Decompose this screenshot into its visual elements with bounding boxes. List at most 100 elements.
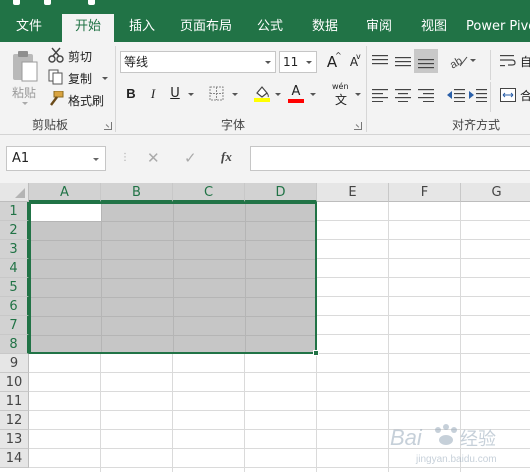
column-header-d[interactable]: D (245, 183, 317, 202)
font-size-select[interactable]: 11 (279, 51, 317, 73)
svg-text:Bai: Bai (390, 425, 423, 450)
row-header-13[interactable]: 13 (0, 430, 29, 449)
tab-insert[interactable]: 插入 (120, 14, 164, 42)
paste-dropdown-icon (22, 102, 28, 105)
orientation-dropdown-icon[interactable] (470, 59, 476, 62)
group-divider (115, 46, 116, 132)
cell-divider (31, 259, 315, 260)
paste-button[interactable]: 粘贴 (6, 46, 42, 108)
phonetic-dropdown-icon[interactable] (355, 93, 361, 96)
borders-dropdown-icon[interactable] (232, 93, 238, 96)
clipboard-group-label: 剪贴板 (32, 118, 69, 132)
row-header-2[interactable]: 2 (0, 221, 29, 240)
shrink-font-button[interactable]: Av (345, 52, 363, 72)
underline-dropdown-icon[interactable] (188, 93, 194, 96)
group-divider (490, 50, 491, 80)
tab-view[interactable]: 视图 (412, 14, 456, 42)
cut-button[interactable]: 剪切 (48, 46, 108, 64)
row-header-10[interactable]: 10 (0, 373, 29, 392)
selected-range[interactable] (29, 202, 317, 354)
borders-icon[interactable] (209, 86, 225, 102)
align-center-icon[interactable] (395, 88, 411, 102)
bold-button[interactable]: B (122, 84, 140, 104)
select-all-button[interactable] (0, 183, 29, 202)
scissors-icon (48, 47, 64, 63)
column-header-g[interactable]: G (461, 183, 530, 202)
row-header-9[interactable]: 9 (0, 354, 29, 373)
tab-page-layout[interactable]: 页面布局 (172, 14, 240, 42)
align-middle-icon[interactable] (395, 54, 411, 68)
row-header-8[interactable]: 8 (0, 335, 29, 354)
row-header-7[interactable]: 7 (0, 316, 29, 335)
font-launcher-icon[interactable] (354, 122, 362, 130)
tab-formulas[interactable]: 公式 (248, 14, 292, 42)
wrap-text-label: 自 (520, 55, 530, 69)
increase-indent-icon[interactable] (469, 88, 487, 102)
group-divider (490, 82, 491, 112)
underline-button[interactable]: U (166, 84, 184, 104)
fill-color-icon[interactable] (253, 84, 271, 102)
font-color-button[interactable]: A (287, 82, 305, 103)
insert-function-icon[interactable]: fx (221, 149, 232, 165)
tab-data[interactable]: 数据 (303, 14, 347, 42)
row-header-11[interactable]: 11 (0, 392, 29, 411)
cell-divider (31, 240, 315, 241)
formula-input[interactable] (250, 146, 530, 171)
italic-button[interactable]: I (144, 84, 162, 104)
fill-color-dropdown-icon[interactable] (275, 93, 281, 96)
formula-bar-grip-icon: ⋮ (120, 152, 130, 163)
align-bottom-button[interactable] (414, 49, 438, 73)
name-box[interactable]: A1 (6, 146, 106, 171)
baidu-watermark: Bai 经验 jingyan.baidu.com (388, 418, 528, 468)
row-header-1[interactable]: 1 (0, 202, 29, 221)
tab-power-pivot[interactable]: Power Pivo (466, 14, 530, 42)
tab-file[interactable]: 文件 (6, 14, 52, 42)
row-header-6[interactable]: 6 (0, 297, 29, 316)
group-divider (366, 46, 367, 132)
text-orientation-icon[interactable]: ab (448, 53, 468, 69)
active-cell-a1[interactable] (31, 204, 101, 221)
format-painter-button[interactable]: 格式刷 (48, 90, 110, 108)
align-left-icon[interactable] (372, 88, 388, 102)
wrap-text-icon[interactable] (500, 54, 516, 68)
font-color-dropdown-icon[interactable] (310, 93, 316, 96)
align-right-icon[interactable] (418, 88, 434, 102)
font-color-swatch (288, 99, 304, 103)
chevron-down-icon (93, 158, 99, 161)
copy-button[interactable]: 复制 (48, 68, 110, 86)
row-header-5[interactable]: 5 (0, 278, 29, 297)
decrease-indent-icon[interactable] (447, 88, 465, 102)
column-header-c[interactable]: C (173, 183, 245, 202)
ribbon: 粘贴 剪切 复制 格式刷 剪贴板 等线 11 A ^ A v B I U A w… (0, 42, 530, 135)
row-header-14[interactable]: 14 (0, 449, 29, 468)
gridline (29, 372, 530, 373)
cancel-icon[interactable]: ✕ (147, 149, 160, 167)
font-name-select[interactable]: 等线 (120, 51, 276, 73)
grow-font-button[interactable]: A ^ (323, 51, 342, 72)
paste-icon (13, 51, 38, 82)
font-size-value: 11 (283, 55, 299, 69)
cell-divider (31, 316, 315, 317)
row-header-12[interactable]: 12 (0, 411, 29, 430)
column-header-a[interactable]: A (29, 183, 101, 202)
column-header-f[interactable]: F (389, 183, 461, 202)
copy-icon (48, 69, 63, 85)
fill-handle[interactable] (313, 350, 319, 356)
column-header-b[interactable]: B (101, 183, 173, 202)
column-header-e[interactable]: E (317, 183, 389, 202)
align-top-icon[interactable] (372, 54, 388, 68)
row-header-3[interactable]: 3 (0, 240, 29, 259)
svg-text:经验: 经验 (460, 429, 496, 450)
phonetic-button[interactable]: wén 文 (330, 82, 356, 107)
name-box-value: A1 (12, 151, 30, 166)
tab-home[interactable]: 开始 (62, 14, 114, 42)
baidu-paw-logo: Bai 经验 jingyan.baidu.com (390, 424, 497, 465)
alignment-group-label: 对齐方式 (452, 118, 501, 132)
enter-icon[interactable]: ✓ (184, 149, 197, 167)
tab-review[interactable]: 审阅 (357, 14, 401, 42)
row-header-4[interactable]: 4 (0, 259, 29, 278)
merge-center-icon[interactable] (500, 88, 516, 102)
ribbon-tab-bar: 文件 开始 插入 页面布局 公式 数据 审阅 视图 Power Pivo (0, 0, 530, 42)
phonetic-bottom: 文 (335, 93, 348, 107)
clipboard-launcher-icon[interactable] (104, 122, 112, 130)
